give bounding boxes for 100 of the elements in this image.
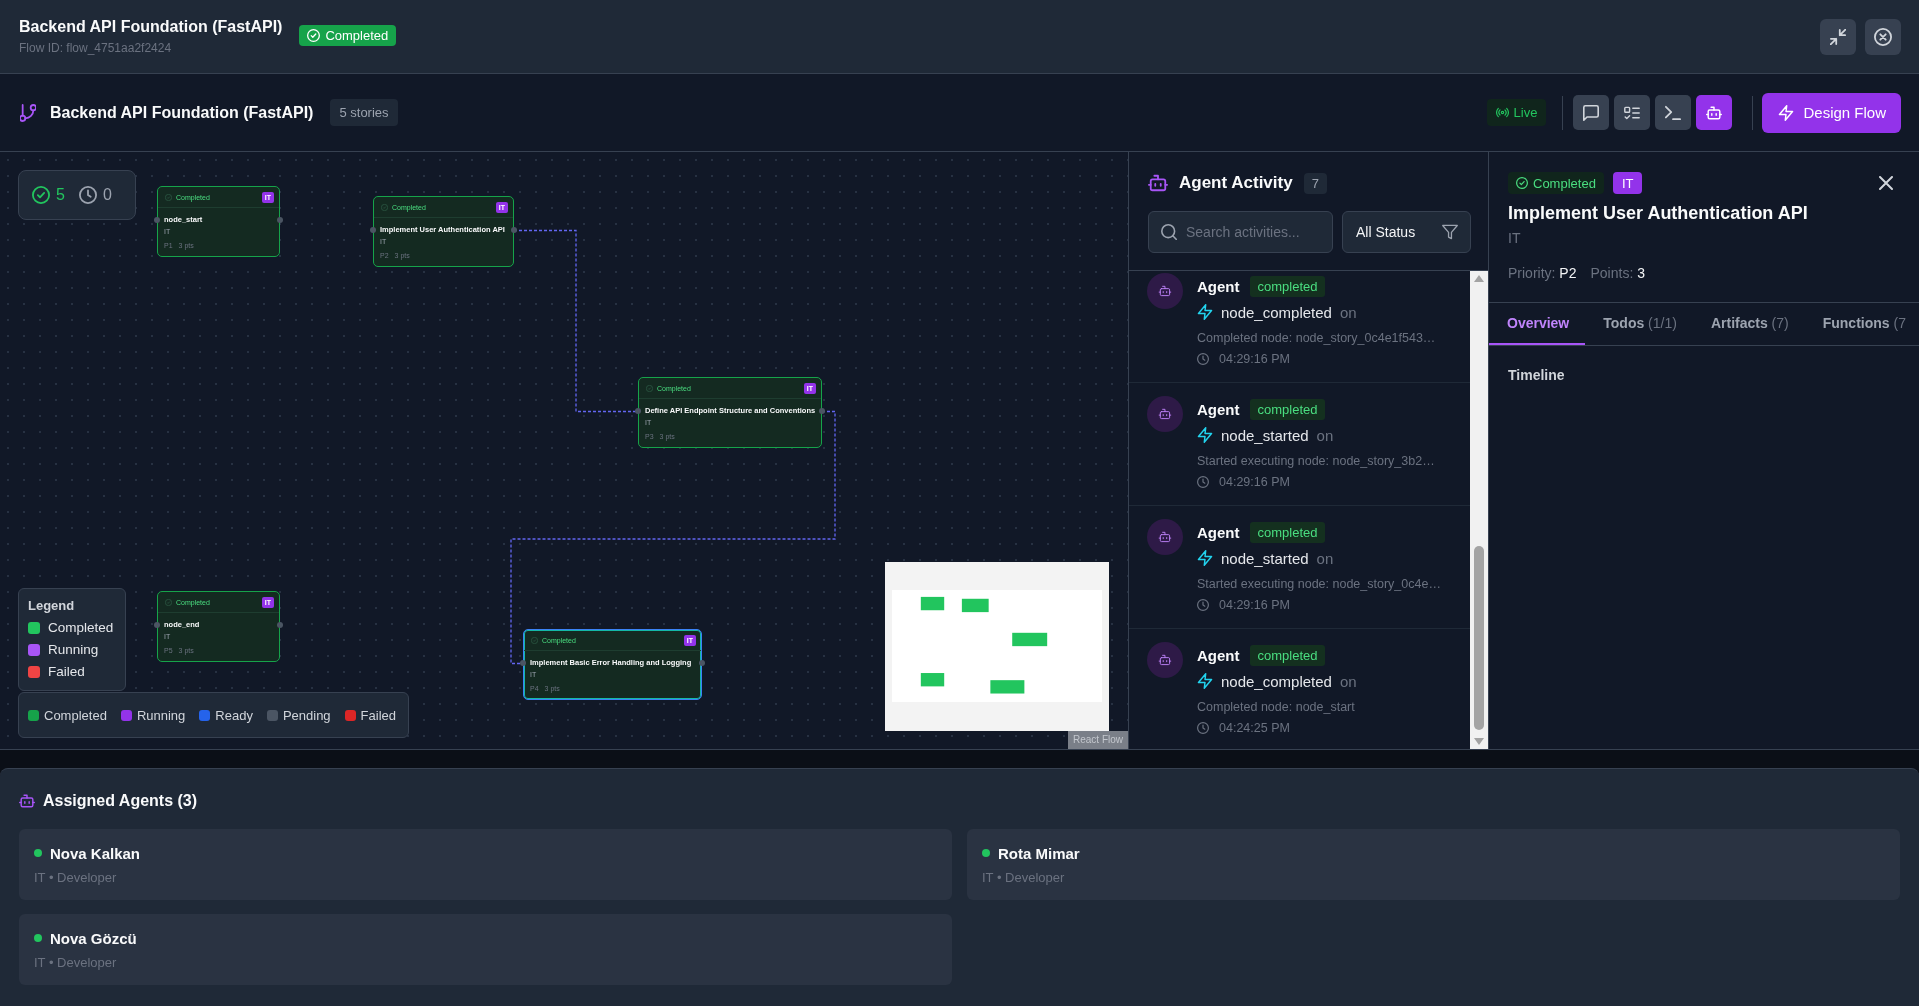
handle-dot-icon[interactable]: [699, 660, 705, 666]
check-circle-icon: [531, 636, 538, 644]
handle-dot-icon[interactable]: [511, 227, 517, 233]
panel-title: Agent Activity: [1179, 173, 1293, 193]
status-key-label: Running: [136, 707, 186, 723]
status-tag: completed: [1249, 644, 1326, 666]
legend-label: Failed: [48, 663, 85, 681]
collapse-arrows-icon: [1830, 28, 1846, 45]
check-circle-icon: [307, 29, 321, 42]
design-flow-button[interactable]: Design Flow: [1762, 92, 1901, 133]
robot-avatar-icon: [1147, 519, 1183, 555]
live-text: Live: [1513, 105, 1538, 120]
agent-card[interactable]: Nova Gözcü IT • Developer: [19, 914, 952, 985]
handle-dot-icon[interactable]: [154, 622, 160, 628]
scroll-up-icon[interactable]: [1474, 275, 1484, 282]
clock-icon: [1197, 476, 1209, 488]
scrollbar[interactable]: [1470, 271, 1488, 749]
section-title: Assigned Agents (3): [43, 792, 198, 810]
check-circle-icon: [646, 384, 653, 392]
story-team: IT: [1508, 229, 1522, 248]
points-text: Points: 3: [1590, 264, 1645, 283]
agent-name: Nova Kalkan: [50, 844, 141, 862]
event-name: node_completed: [1221, 672, 1332, 690]
task-list-button[interactable]: [1614, 95, 1651, 130]
robot-avatar-icon: [1147, 396, 1183, 432]
pending-count: 0: [102, 186, 112, 204]
handle-dot-icon[interactable]: [370, 227, 376, 233]
search-field[interactable]: Search activities...: [1148, 211, 1333, 253]
agent-card[interactable]: Rota Mimar IT • Developer: [967, 829, 1900, 900]
minimize-button[interactable]: [1820, 18, 1856, 55]
check-circle-icon: [1516, 177, 1528, 189]
close-button[interactable]: [1865, 18, 1901, 55]
lightning-icon: [1197, 673, 1213, 689]
task-list-icon: [1624, 104, 1641, 121]
legend-label: Running: [48, 641, 99, 659]
robot-avatar-icon: [1147, 642, 1183, 678]
check-circle-icon: [165, 598, 172, 606]
lightning-icon: [1197, 304, 1213, 320]
status-text: Completed: [325, 28, 389, 43]
agent-name: Nova Gözcü: [50, 929, 137, 947]
story-title: Implement User Authentication API: [1508, 202, 1809, 224]
lightning-icon: [1197, 427, 1213, 443]
terminal-icon: [1665, 104, 1682, 121]
status-filter-dropdown[interactable]: All Status: [1342, 211, 1471, 253]
lightning-icon: [1778, 104, 1795, 121]
status-tag: completed: [1249, 275, 1326, 297]
agent-role: IT • Developer: [34, 869, 118, 887]
tab[interactable]: Artifacts (7): [1692, 303, 1805, 345]
handle-dot-icon[interactable]: [520, 660, 526, 666]
clock-icon: [78, 186, 97, 204]
event-preposition: on: [1316, 426, 1334, 444]
check-circle-icon: [32, 186, 50, 204]
actor-name: Agent: [1197, 646, 1240, 664]
legend-label: Completed: [48, 619, 114, 637]
activity-count: 7: [1303, 172, 1327, 194]
lightning-icon: [1197, 550, 1213, 566]
team-tag: IT: [1612, 172, 1643, 194]
handle-dot-icon[interactable]: [819, 408, 825, 414]
status-text: Completed: [1533, 175, 1596, 191]
event-time: 04:29:16 PM: [1219, 598, 1290, 612]
robot-icon: [1706, 104, 1723, 121]
tab[interactable]: Todos (1/1): [1585, 303, 1693, 345]
scroll-down-icon[interactable]: [1474, 738, 1484, 745]
agent-name: Rota Mimar: [998, 844, 1080, 862]
handle-dot-icon[interactable]: [277, 217, 283, 223]
tab[interactable]: Functions (7: [1804, 303, 1919, 345]
event-name: node_started: [1221, 549, 1309, 567]
actor-name: Agent: [1197, 523, 1240, 541]
close-icon[interactable]: [1879, 176, 1893, 190]
event-time: 04:24:25 PM: [1219, 721, 1290, 735]
robot-icon: [1148, 174, 1168, 192]
tab[interactable]: Overview: [1489, 303, 1586, 345]
close-icon: [1874, 27, 1892, 46]
terminal-button[interactable]: [1655, 95, 1692, 130]
event-name: node_started: [1221, 426, 1309, 444]
status-key-label: Completed: [44, 707, 107, 723]
agent-card[interactable]: Nova Kalkan IT • Developer: [19, 829, 952, 900]
priority-text: Priority: P2: [1508, 264, 1577, 283]
actor-name: Agent: [1197, 277, 1240, 295]
scrollbar-thumb[interactable]: [1474, 545, 1484, 730]
handle-dot-icon[interactable]: [635, 408, 641, 414]
status-key-label: Failed: [360, 707, 397, 723]
event-description: Started executing node: node_story_0c4e…: [1197, 576, 1442, 593]
agent-role: IT • Developer: [982, 869, 1066, 887]
search-icon: [1161, 224, 1177, 240]
handle-dot-icon[interactable]: [154, 217, 160, 223]
minimap[interactable]: [885, 562, 1109, 731]
section-heading: Timeline: [1508, 367, 1566, 383]
filter-icon: [1442, 224, 1458, 240]
robot-avatar-icon: [1147, 273, 1183, 309]
completed-count: 5: [56, 186, 65, 204]
status-tag: completed: [1249, 398, 1326, 420]
handle-dot-icon[interactable]: [277, 622, 283, 628]
bot-button[interactable]: [1696, 95, 1733, 130]
flow-title: Backend API Foundation (FastAPI): [50, 103, 314, 122]
branch-icon: [20, 102, 36, 123]
check-circle-icon: [381, 203, 388, 211]
chat-button[interactable]: [1573, 95, 1610, 130]
event-time: 04:29:16 PM: [1219, 475, 1290, 489]
clock-icon: [1197, 722, 1209, 734]
